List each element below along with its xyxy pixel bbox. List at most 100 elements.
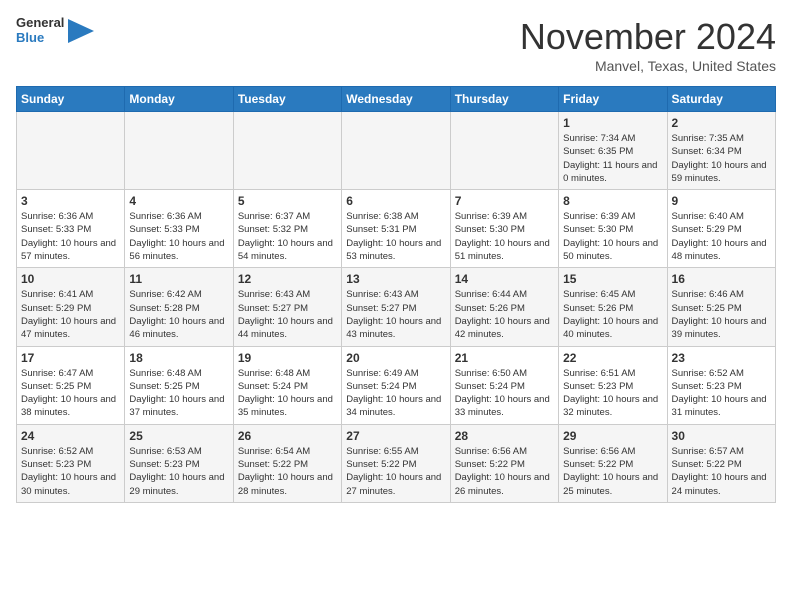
calendar-cell: 9 Sunrise: 6:40 AM Sunset: 5:29 PM Daylig… bbox=[667, 190, 775, 268]
day-number: 27 bbox=[346, 429, 445, 443]
day-number: 10 bbox=[21, 272, 120, 286]
day-number: 7 bbox=[455, 194, 554, 208]
day-number: 23 bbox=[672, 351, 771, 365]
calendar-cell: 4Sunrise: 6:36 AM Sunset: 5:33 PM Daylig… bbox=[125, 190, 233, 268]
calendar-cell: 16Sunrise: 6:46 AM Sunset: 5:25 PM Dayli… bbox=[667, 268, 775, 346]
logo-general-text: General bbox=[16, 16, 64, 31]
day-number: 6 bbox=[346, 194, 445, 208]
month-title: November 2024 bbox=[520, 16, 776, 58]
calendar-cell: 28 Sunrise: 6:56 AM Sunset: 5:22 PM Dayli… bbox=[450, 424, 558, 502]
logo-blue-text: Blue bbox=[16, 31, 64, 46]
day-number: 17 bbox=[21, 351, 120, 365]
calendar-cell: 10 Sunrise: 6:41 AM Sunset: 5:29 PM Dayli… bbox=[17, 268, 125, 346]
calendar-cell: 23 Sunrise: 6:52 AM Sunset: 5:23 PM Dayli… bbox=[667, 346, 775, 424]
day-info: Sunrise: 6:40 AM Sunset: 5:29 PM Dayligh… bbox=[672, 210, 771, 263]
calendar-cell bbox=[125, 112, 233, 190]
calendar-cell: 25 Sunrise: 6:53 AM Sunset: 5:23 PM Dayli… bbox=[125, 424, 233, 502]
calendar-cell: 14 Sunrise: 6:44 AM Sunset: 5:26 PM Dayli… bbox=[450, 268, 558, 346]
day-number: 14 bbox=[455, 272, 554, 286]
calendar-cell: 12 Sunrise: 6:43 AM Sunset: 5:27 PM Dayli… bbox=[233, 268, 341, 346]
calendar-cell bbox=[342, 112, 450, 190]
day-info: Sunrise: 6:48 AM Sunset: 5:25 PM Dayligh… bbox=[129, 367, 228, 420]
calendar-cell: 6 Sunrise: 6:38 AM Sunset: 5:31 PM Daylig… bbox=[342, 190, 450, 268]
day-info: Sunrise: 6:51 AM Sunset: 5:23 PM Dayligh… bbox=[563, 367, 662, 420]
calendar-cell: 8 Sunrise: 6:39 AM Sunset: 5:30 PM Daylig… bbox=[559, 190, 667, 268]
day-number: 24 bbox=[21, 429, 120, 443]
day-info: Sunrise: 6:56 AM Sunset: 5:22 PM Dayligh… bbox=[563, 445, 662, 498]
day-info: Sunrise: 6:52 AM Sunset: 5:23 PM Dayligh… bbox=[672, 367, 771, 420]
day-number: 19 bbox=[238, 351, 337, 365]
calendar-week-row: 10 Sunrise: 6:41 AM Sunset: 5:29 PM Dayli… bbox=[17, 268, 776, 346]
title-block: November 2024 Manvel, Texas, United Stat… bbox=[520, 16, 776, 74]
day-info: Sunrise: 6:45 AM Sunset: 5:26 PM Dayligh… bbox=[563, 288, 662, 341]
calendar-cell: 19 Sunrise: 6:48 AM Sunset: 5:24 PM Dayli… bbox=[233, 346, 341, 424]
calendar-cell bbox=[17, 112, 125, 190]
calendar-cell: 20 Sunrise: 6:49 AM Sunset: 5:24 PM Dayli… bbox=[342, 346, 450, 424]
calendar-cell: 30 Sunrise: 6:57 AM Sunset: 5:22 PM Dayli… bbox=[667, 424, 775, 502]
calendar-cell: 21 Sunrise: 6:50 AM Sunset: 5:24 PM Dayli… bbox=[450, 346, 558, 424]
calendar-week-row: 24 Sunrise: 6:52 AM Sunset: 5:23 PM Dayli… bbox=[17, 424, 776, 502]
calendar-table: SundayMondayTuesdayWednesdayThursdayFrid… bbox=[16, 86, 776, 503]
calendar-cell: 26 Sunrise: 6:54 AM Sunset: 5:22 PM Dayli… bbox=[233, 424, 341, 502]
page-header: General Blue November 2024 Manvel, Texas… bbox=[16, 16, 776, 74]
calendar-week-row: 17Sunrise: 6:47 AM Sunset: 5:25 PM Dayli… bbox=[17, 346, 776, 424]
calendar-cell: 17Sunrise: 6:47 AM Sunset: 5:25 PM Dayli… bbox=[17, 346, 125, 424]
day-number: 13 bbox=[346, 272, 445, 286]
day-number: 9 bbox=[672, 194, 771, 208]
day-number: 1 bbox=[563, 116, 662, 130]
calendar-cell bbox=[233, 112, 341, 190]
day-info: Sunrise: 7:35 AM Sunset: 6:34 PM Dayligh… bbox=[672, 132, 771, 185]
day-number: 21 bbox=[455, 351, 554, 365]
day-number: 16 bbox=[672, 272, 771, 286]
calendar-week-row: 3 Sunrise: 6:36 AM Sunset: 5:33 PM Daylig… bbox=[17, 190, 776, 268]
calendar-cell: 29 Sunrise: 6:56 AM Sunset: 5:22 PM Dayli… bbox=[559, 424, 667, 502]
day-number: 8 bbox=[563, 194, 662, 208]
day-info: Sunrise: 6:57 AM Sunset: 5:22 PM Dayligh… bbox=[672, 445, 771, 498]
day-info: Sunrise: 6:36 AM Sunset: 5:33 PM Dayligh… bbox=[21, 210, 120, 263]
calendar-week-row: 1 Sunrise: 7:34 AM Sunset: 6:35 PM Daylig… bbox=[17, 112, 776, 190]
day-number: 29 bbox=[563, 429, 662, 443]
day-info: Sunrise: 6:52 AM Sunset: 5:23 PM Dayligh… bbox=[21, 445, 120, 498]
day-info: Sunrise: 6:50 AM Sunset: 5:24 PM Dayligh… bbox=[455, 367, 554, 420]
day-number: 20 bbox=[346, 351, 445, 365]
calendar-cell: 2Sunrise: 7:35 AM Sunset: 6:34 PM Daylig… bbox=[667, 112, 775, 190]
calendar-cell: 13 Sunrise: 6:43 AM Sunset: 5:27 PM Dayli… bbox=[342, 268, 450, 346]
day-info: Sunrise: 6:43 AM Sunset: 5:27 PM Dayligh… bbox=[346, 288, 445, 341]
calendar-cell: 1 Sunrise: 7:34 AM Sunset: 6:35 PM Daylig… bbox=[559, 112, 667, 190]
calendar-cell: 7Sunrise: 6:39 AM Sunset: 5:30 PM Daylig… bbox=[450, 190, 558, 268]
day-info: Sunrise: 6:49 AM Sunset: 5:24 PM Dayligh… bbox=[346, 367, 445, 420]
day-number: 18 bbox=[129, 351, 228, 365]
day-info: Sunrise: 6:55 AM Sunset: 5:22 PM Dayligh… bbox=[346, 445, 445, 498]
day-info: Sunrise: 6:48 AM Sunset: 5:24 PM Dayligh… bbox=[238, 367, 337, 420]
day-info: Sunrise: 6:54 AM Sunset: 5:22 PM Dayligh… bbox=[238, 445, 337, 498]
day-info: Sunrise: 6:43 AM Sunset: 5:27 PM Dayligh… bbox=[238, 288, 337, 341]
weekday-header-wednesday: Wednesday bbox=[342, 87, 450, 112]
weekday-header-row: SundayMondayTuesdayWednesdayThursdayFrid… bbox=[17, 87, 776, 112]
day-number: 30 bbox=[672, 429, 771, 443]
day-info: Sunrise: 6:56 AM Sunset: 5:22 PM Dayligh… bbox=[455, 445, 554, 498]
calendar-cell: 15Sunrise: 6:45 AM Sunset: 5:26 PM Dayli… bbox=[559, 268, 667, 346]
day-info: Sunrise: 6:44 AM Sunset: 5:26 PM Dayligh… bbox=[455, 288, 554, 341]
day-number: 11 bbox=[129, 272, 228, 286]
day-number: 3 bbox=[21, 194, 120, 208]
day-info: Sunrise: 7:34 AM Sunset: 6:35 PM Dayligh… bbox=[563, 132, 662, 185]
calendar-cell: 24 Sunrise: 6:52 AM Sunset: 5:23 PM Dayli… bbox=[17, 424, 125, 502]
day-info: Sunrise: 6:38 AM Sunset: 5:31 PM Dayligh… bbox=[346, 210, 445, 263]
day-number: 26 bbox=[238, 429, 337, 443]
day-number: 12 bbox=[238, 272, 337, 286]
weekday-header-friday: Friday bbox=[559, 87, 667, 112]
logo-chevron-icon bbox=[66, 17, 94, 45]
day-number: 28 bbox=[455, 429, 554, 443]
calendar-cell bbox=[450, 112, 558, 190]
weekday-header-thursday: Thursday bbox=[450, 87, 558, 112]
weekday-header-saturday: Saturday bbox=[667, 87, 775, 112]
logo: General Blue bbox=[16, 16, 94, 46]
day-info: Sunrise: 6:41 AM Sunset: 5:29 PM Dayligh… bbox=[21, 288, 120, 341]
day-number: 25 bbox=[129, 429, 228, 443]
day-number: 5 bbox=[238, 194, 337, 208]
calendar-cell: 11Sunrise: 6:42 AM Sunset: 5:28 PM Dayli… bbox=[125, 268, 233, 346]
day-info: Sunrise: 6:39 AM Sunset: 5:30 PM Dayligh… bbox=[563, 210, 662, 263]
day-info: Sunrise: 6:53 AM Sunset: 5:23 PM Dayligh… bbox=[129, 445, 228, 498]
day-number: 4 bbox=[129, 194, 228, 208]
weekday-header-monday: Monday bbox=[125, 87, 233, 112]
